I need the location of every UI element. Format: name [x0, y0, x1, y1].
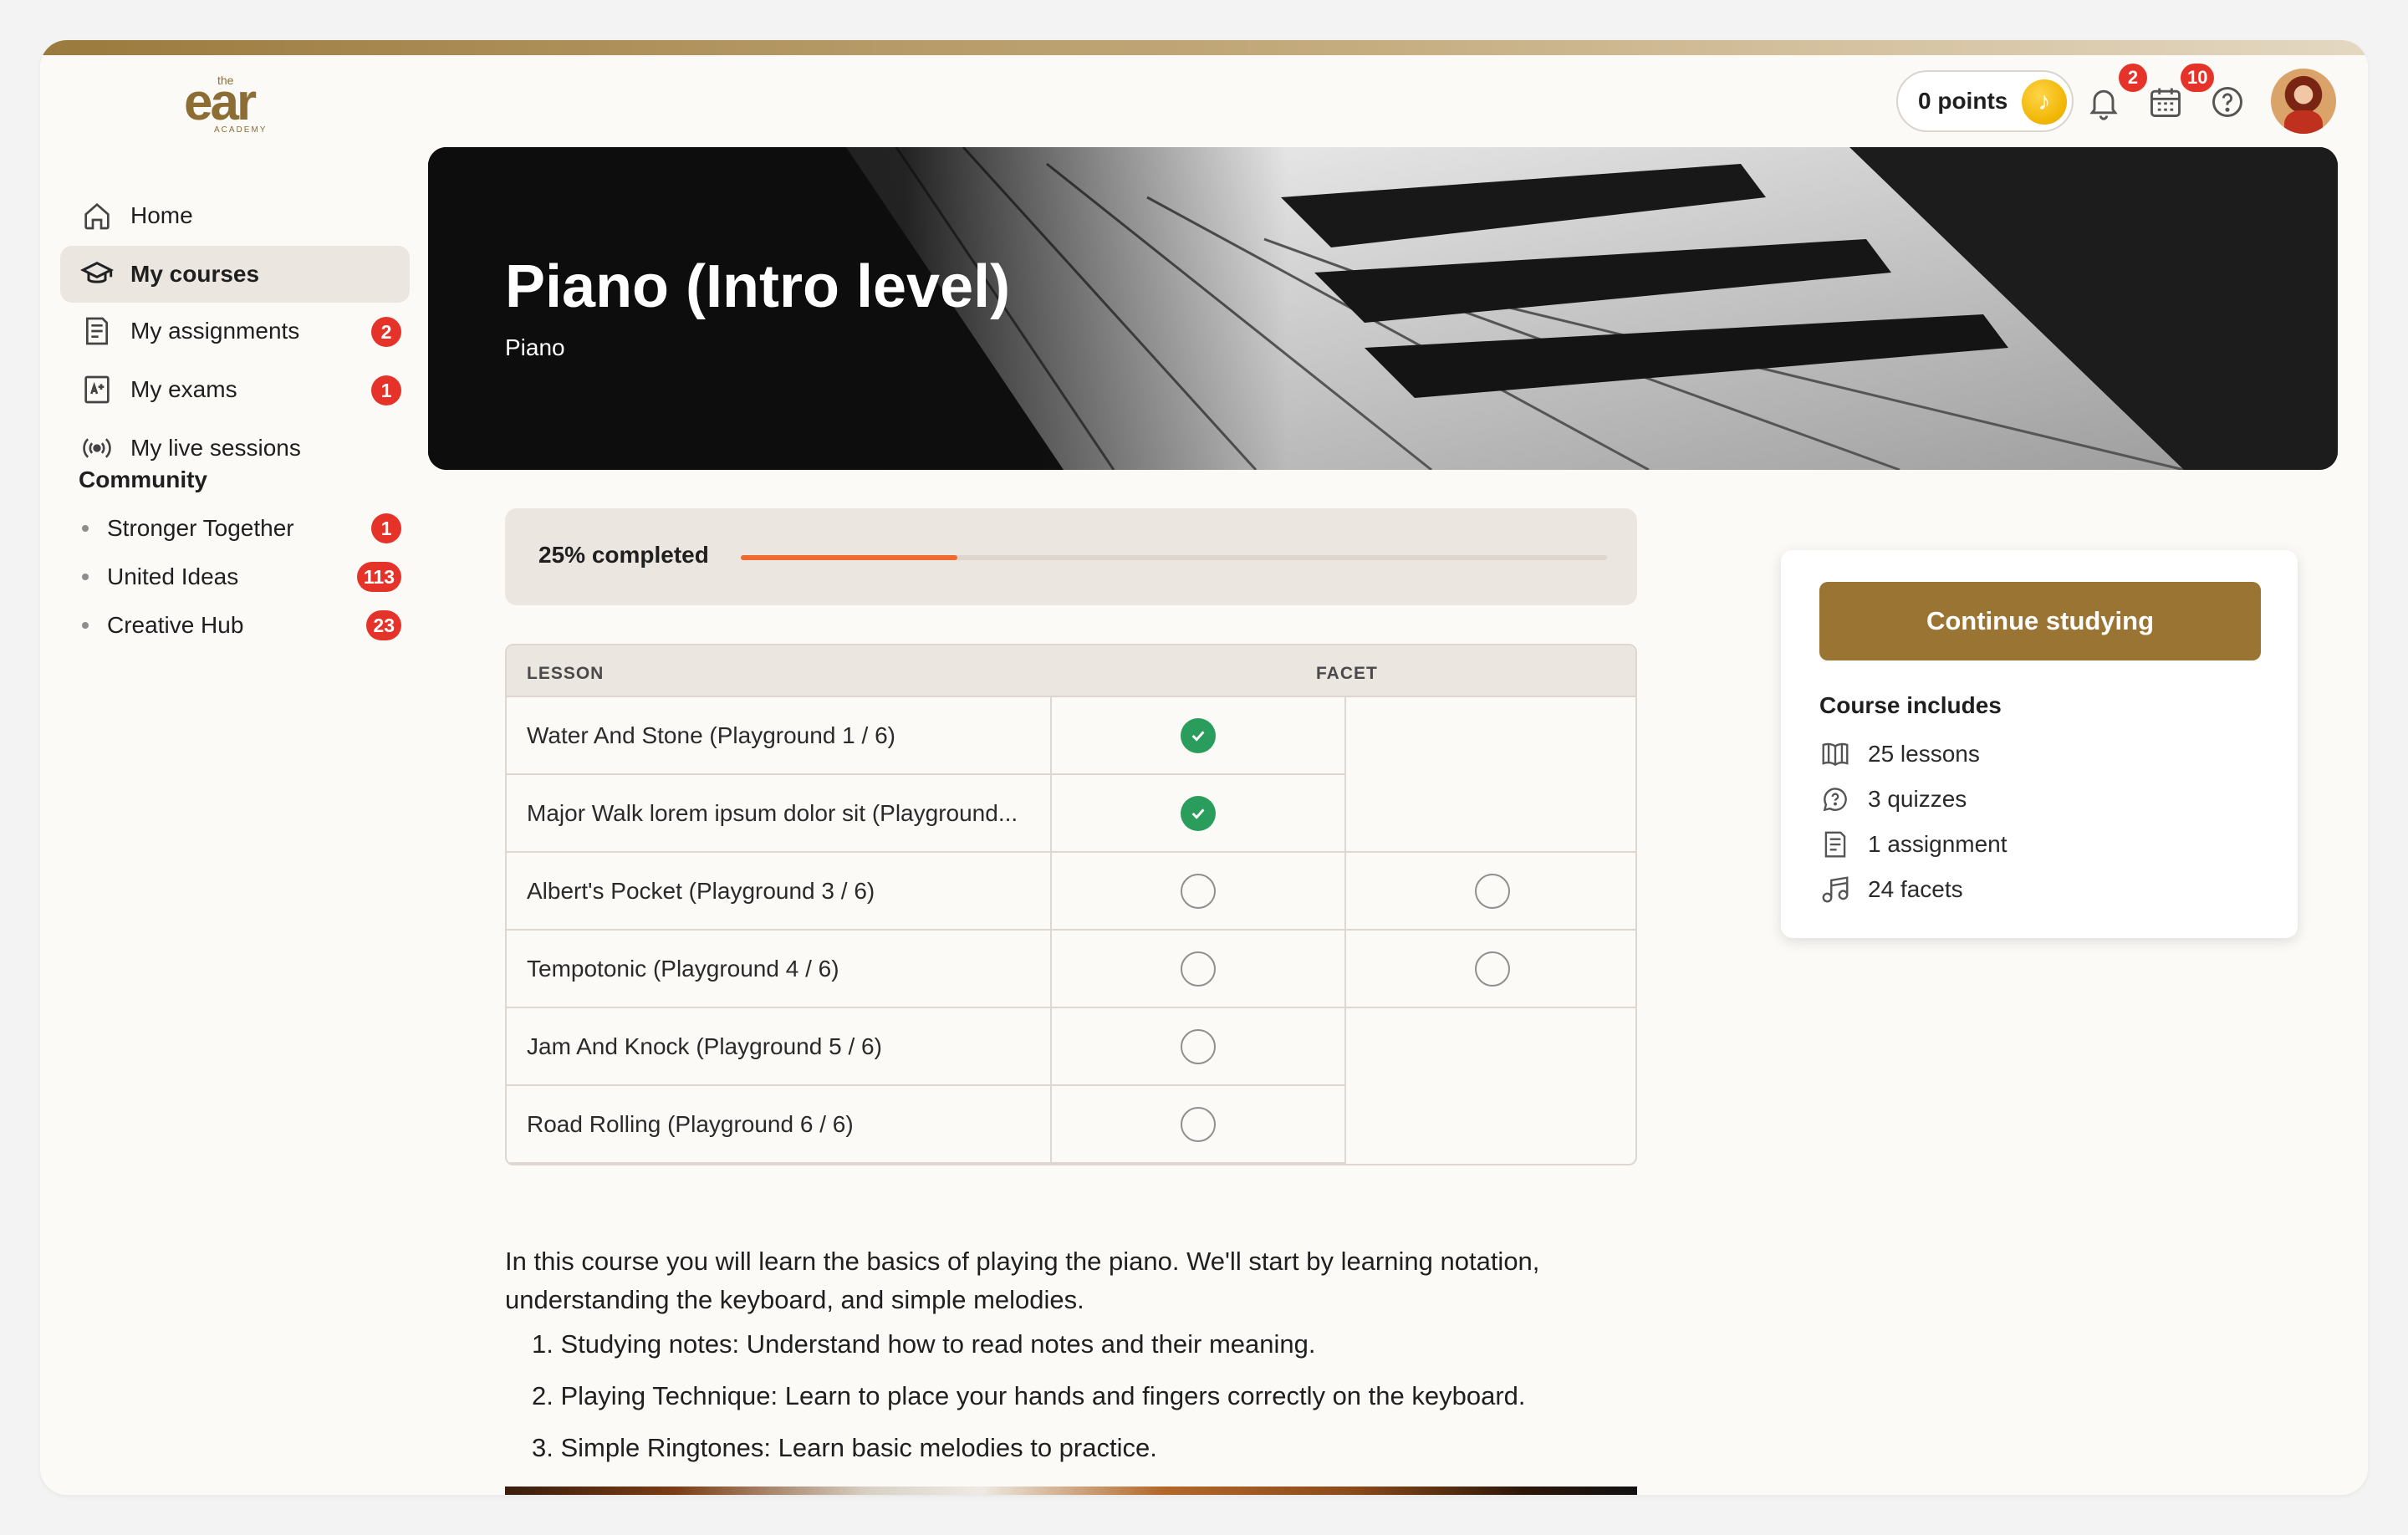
exam-icon	[84, 375, 110, 404]
lesson-title[interactable]: Water And Stone (Playground 1 / 6)	[507, 697, 1052, 775]
book-icon	[1822, 742, 1849, 767]
quiz-icon	[1823, 788, 1847, 812]
lesson-status-cell	[1052, 1086, 1346, 1164]
description-step: 2. Playing Technique: Learn to place you…	[532, 1381, 1526, 1410]
facet-cell	[1346, 853, 1635, 931]
community-item-united-ideas[interactable]: United Ideas 113	[79, 553, 410, 600]
assignment-icon	[86, 317, 108, 345]
notification-bell-icon[interactable]	[2085, 84, 2122, 120]
facet-cell	[1346, 931, 1635, 1008]
facet-cell-group	[1346, 1008, 1635, 1164]
bullet-icon	[82, 622, 89, 629]
home-icon	[84, 202, 110, 230]
top-accent-bar	[40, 40, 2368, 55]
community-badge: 1	[371, 513, 401, 543]
empty-circle-icon	[1181, 1106, 1216, 1142]
course-summary-card: Continue studying Course includes 25 les…	[1781, 550, 2298, 938]
help-icon[interactable]	[2209, 84, 2246, 120]
table-header: LESSON FACET	[507, 645, 1635, 697]
course-category: Piano	[505, 334, 565, 360]
description-step: 3. Simple Ringtones: Learn basic melodie…	[532, 1433, 1157, 1462]
table-body: Water And Stone (Playground 1 / 6) Major…	[507, 697, 1635, 1164]
sidebar-item-my-courses[interactable]: My courses	[60, 246, 410, 303]
points-button[interactable]: 0 points ♪	[1896, 70, 2074, 132]
check-icon	[1181, 795, 1216, 831]
empty-circle-icon	[1181, 873, 1216, 909]
bullet-icon	[82, 574, 89, 580]
points-label: 0 points	[1918, 88, 2008, 114]
community-item-creative-hub[interactable]: Creative Hub 23	[79, 602, 410, 649]
calendar-icon[interactable]	[2147, 84, 2184, 120]
lesson-status-cell	[1052, 853, 1346, 931]
includes-label: 25 lessons	[1868, 741, 1980, 767]
app-window: the ear ACADEMY 0 points ♪ 2 10 Home My …	[40, 40, 2368, 1495]
course-progress-card: 25% completed	[505, 508, 1637, 605]
includes-item-lessons: 25 lessons	[1819, 737, 1980, 771]
sidebar-item-label: My exams	[130, 376, 237, 402]
notifications-badge: 2	[2119, 64, 2147, 92]
empty-circle-icon	[1475, 951, 1510, 987]
includes-label: 3 quizzes	[1868, 786, 1967, 812]
community-item-label: United Ideas	[107, 564, 239, 589]
lesson-title[interactable]: Road Rolling (Playground 6 / 6)	[507, 1086, 1052, 1164]
lesson-status-cell	[1052, 1008, 1346, 1086]
community-badge: 113	[356, 562, 401, 592]
facet-column-header: FACET	[1316, 664, 1378, 683]
lesson-status-cell	[1052, 775, 1346, 853]
coin-icon: ♪	[2022, 79, 2067, 125]
broadcast-icon	[83, 438, 111, 458]
lesson-title[interactable]: Jam And Knock (Playground 5 / 6)	[507, 1008, 1052, 1086]
facet-cell-group	[1346, 697, 1635, 853]
lesson-title[interactable]: Tempotonic (Playground 4 / 6)	[507, 931, 1052, 1008]
community-item-label: Stronger Together	[107, 515, 294, 541]
sidebar-item-my-exams[interactable]: My exams 1	[60, 361, 410, 418]
lesson-title[interactable]: Albert's Pocket (Playground 3 / 6)	[507, 853, 1052, 931]
logo-sub-text: ACADEMY	[214, 125, 268, 135]
includes-label: 1 assignment	[1868, 831, 2008, 857]
progress-bar-fill	[741, 555, 957, 560]
ear-academy-logo[interactable]: the ear ACADEMY	[184, 74, 291, 137]
lesson-column-header: LESSON	[527, 664, 605, 683]
music-note-icon	[1822, 876, 1849, 903]
community-badge: 23	[366, 610, 401, 640]
progress-bar	[741, 555, 1607, 560]
sidebar-item-my-assignments[interactable]: My assignments 2	[60, 303, 410, 360]
community-heading: Community	[79, 467, 207, 492]
lesson-title[interactable]: Major Walk lorem ipsum dolor sit (Playgr…	[507, 775, 1052, 853]
lesson-status-cell	[1052, 931, 1346, 1008]
sidebar-item-label: My assignments	[130, 318, 300, 344]
course-includes-heading: Course includes	[1819, 692, 2002, 718]
lessons-table: LESSON FACET Water And Stone (Playground…	[505, 644, 1637, 1165]
sidebar-item-home[interactable]: Home	[60, 187, 410, 244]
includes-item-assignment: 1 assignment	[1819, 828, 2008, 861]
description-step: 1. Studying notes: Understand how to rea…	[532, 1329, 1316, 1359]
lesson-status-cell	[1052, 697, 1346, 775]
course-title: Piano (Intro level)	[505, 253, 1011, 320]
continue-studying-button[interactable]: Continue studying	[1819, 582, 2261, 660]
exams-badge: 1	[371, 375, 401, 405]
sidebar-item-label: My live sessions	[130, 435, 301, 461]
empty-circle-icon	[1181, 951, 1216, 987]
empty-circle-icon	[1475, 873, 1510, 909]
course-hero-banner: Piano (Intro level) Piano	[428, 147, 2338, 470]
bullet-icon	[82, 525, 89, 532]
includes-item-quizzes: 3 quizzes	[1819, 783, 1967, 816]
graduation-cap-icon	[80, 261, 114, 283]
course-description: In this course you will learn the basics…	[505, 1247, 1540, 1314]
includes-label: 24 facets	[1868, 876, 1963, 902]
assignment-icon	[1824, 831, 1846, 858]
course-preview-image	[505, 1487, 1637, 1495]
user-avatar[interactable]	[2271, 69, 2336, 134]
community-item-stronger-together[interactable]: Stronger Together 1	[79, 505, 410, 552]
assignments-badge: 2	[371, 317, 401, 347]
logo-main-text: ear	[184, 74, 257, 131]
progress-label: 25% completed	[538, 542, 709, 568]
sidebar-item-label: My courses	[130, 261, 260, 287]
sidebar-item-label: Home	[130, 202, 193, 228]
check-icon	[1181, 717, 1216, 753]
includes-item-facets: 24 facets	[1819, 873, 1963, 906]
empty-circle-icon	[1181, 1028, 1216, 1064]
community-item-label: Creative Hub	[107, 612, 244, 638]
